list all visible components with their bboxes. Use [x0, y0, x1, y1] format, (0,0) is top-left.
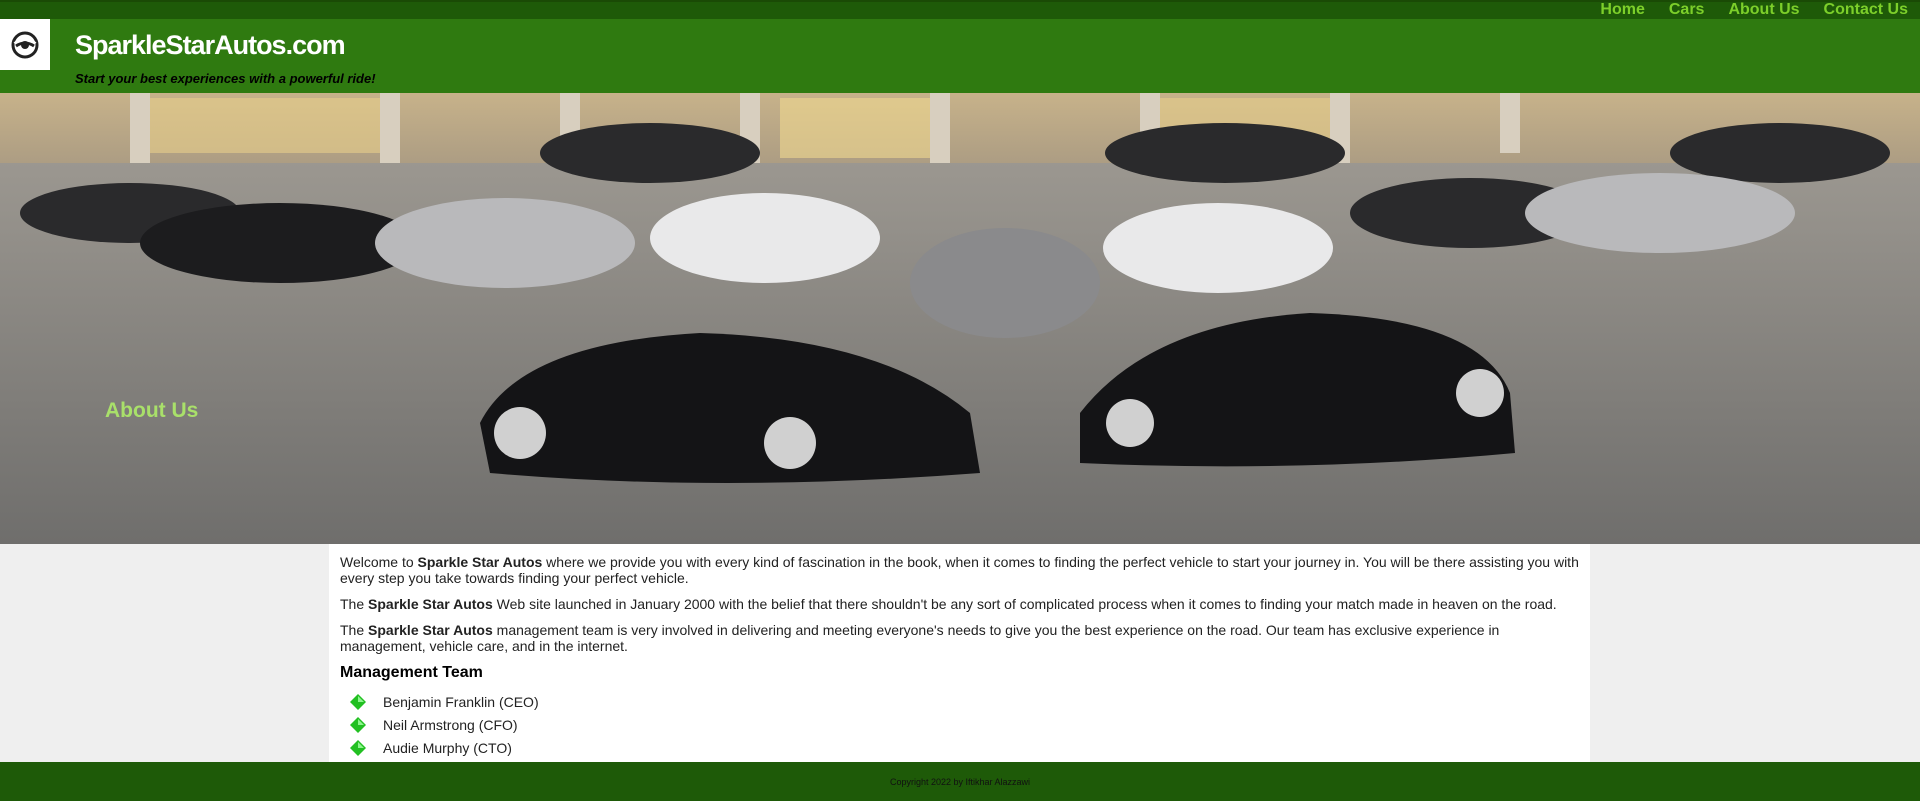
site-footer: Copyright 2022 by Iftikhar Alazzawi [0, 762, 1920, 801]
nav-about-link[interactable]: About Us [1716, 0, 1811, 20]
main-nav: Home Cars About Us Contact Us [1588, 0, 1920, 20]
launch-paragraph: The Sparkle Star Autos Web site launched… [340, 596, 1557, 612]
site-header: Home Cars About Us Contact Us SparkleSta… [0, 0, 1920, 93]
team-heading: Management Team [340, 664, 483, 681]
nav-home-link[interactable]: Home [1588, 0, 1656, 20]
team-paragraph: The Sparkle Star Autos management team i… [340, 622, 1500, 654]
company-name: Sparkle Star Autos [368, 596, 493, 612]
swirl-logo-icon [11, 31, 39, 58]
company-name: Sparkle Star Autos [368, 622, 493, 638]
list-item: Neil Armstrong (CFO) [348, 713, 1579, 736]
site-brand[interactable]: SparkleStarAutos.com [75, 30, 346, 61]
list-item: Benjamin Franklin (CEO) [348, 690, 1579, 713]
nav-contact-link[interactable]: Contact Us [1812, 0, 1920, 20]
dealership-cars-photo [0, 93, 1920, 544]
intro-paragraph: Welcome to Sparkle Star Autos where we p… [340, 554, 1579, 586]
main-content: Welcome to Sparkle Star Autos where we p… [329, 544, 1590, 762]
nav-bar: Home Cars About Us Contact Us [0, 0, 1920, 20]
company-name: Sparkle Star Autos [417, 554, 543, 570]
site-tagline: Start your best experiences with a power… [75, 71, 376, 86]
team-list: Benjamin Franklin (CEO) Neil Armstrong (… [340, 690, 1579, 759]
green-gem-icon [348, 692, 368, 712]
copyright-text: Copyright 2022 by Iftikhar Alazzawi [889, 776, 1031, 787]
green-gem-icon [348, 715, 368, 735]
page-title: About Us [105, 399, 199, 422]
list-item: Audie Murphy (CTO) [348, 736, 1579, 759]
green-gem-icon [348, 738, 368, 758]
nav-cars-link[interactable]: Cars [1657, 0, 1717, 20]
logo[interactable] [0, 19, 50, 70]
hero-banner: About Us [0, 93, 1920, 544]
